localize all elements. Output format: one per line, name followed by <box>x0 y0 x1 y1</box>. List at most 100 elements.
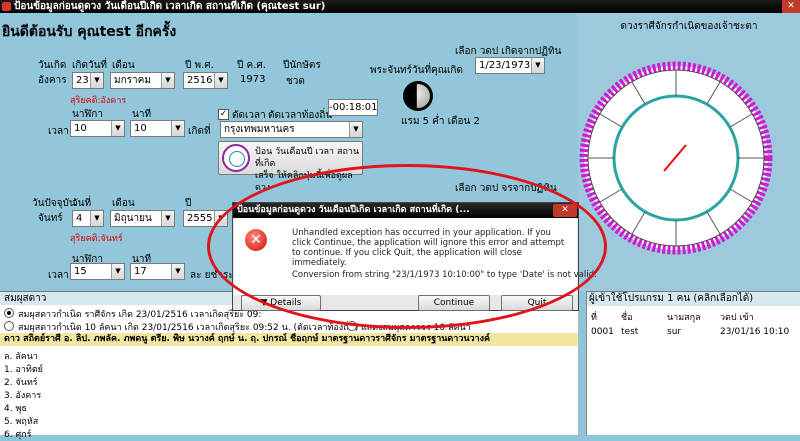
col-date: วดป เข้า <box>720 313 754 323</box>
radio-natal-chart[interactable] <box>4 308 14 318</box>
planet-row: ล. ลัคนา <box>4 352 38 362</box>
welcome-heading: ยินดีต้อนรับ คุณtest อีกครั้ง <box>2 24 177 40</box>
chevron-down-icon: ▼ <box>161 211 174 226</box>
details-label: Details <box>270 298 302 308</box>
chevron-down-icon: ▼ <box>171 121 184 136</box>
error-icon: ✕ <box>245 229 267 251</box>
users-table-header: ที่ ชื่อ นามสกุล วดป เข้า <box>587 310 800 323</box>
dialog-body: ✕ Unhandled exception has occurred in yo… <box>234 218 597 295</box>
radio-natal-10-lagna-label: สมผุสดาวกำเนิด 10 ลัคนา เกิด 23/01/2516 … <box>18 323 359 333</box>
dialog-close-button[interactable]: ✕ <box>553 204 577 217</box>
today-minute-select[interactable]: 17 ▼ <box>130 263 185 280</box>
dialog-conversion-error: Conversion from string "23/1/1973 10:10:… <box>292 270 597 280</box>
radio-transit-label: แสดงสมผุสดาวจร 10 ลัคนา <box>361 323 471 333</box>
submit-button-line2: เสร็จ ให้คลิกปุ่มนี้เพื่อดูผลดวง <box>255 171 353 193</box>
users-panel-title: ผู้เข้าใช้โปรแกรม 1 คน (คลิกเลือกได้) <box>587 292 800 306</box>
birth-month-label: เดือน <box>112 60 135 71</box>
col-name: ชื่อ <box>621 313 633 323</box>
planet-row: 3. อังคาร <box>4 391 42 401</box>
chevron-down-icon: ▼ <box>90 211 103 226</box>
chevron-down-icon: ▼ <box>214 73 227 88</box>
birth-date-select[interactable]: 23 ▼ <box>72 72 104 89</box>
moon-phase-text: แรม 5 ค่ำ เดือน 2 <box>401 116 480 127</box>
window-title: ป้อนข้อมูลก่อนดูดวง วันเดือนปีเกิด เวลาเ… <box>14 1 326 12</box>
planet-row: 1. อาทิตย์ <box>4 365 43 375</box>
submit-button-line1: ป้อน วันเดือนปี เวลา สถานที่เกิด <box>255 147 360 169</box>
continue-button[interactable]: Continue <box>418 295 490 311</box>
planet-row: 4. พุธ <box>4 404 27 414</box>
today-month-label: เดือน <box>112 198 135 209</box>
birth-chart-panel: ดวงราศีจักรกำเนิดของเจ้าชะตา <box>578 13 800 291</box>
birth-day-name: อังคาร <box>38 75 67 86</box>
chevron-down-icon: ▼ <box>171 264 184 279</box>
chevron-down-icon: ▼ <box>111 121 124 136</box>
birth-year-label: ปี พ.ศ. <box>185 60 214 71</box>
chevron-down-icon: ▼ <box>214 211 227 226</box>
birth-minute-select[interactable]: 10 ▼ <box>130 120 185 137</box>
details-button[interactable]: ▼ Details <box>241 295 321 311</box>
chevron-down-icon: ▼ <box>161 73 174 88</box>
birth-date-label: เกิดวันที่ <box>72 60 108 71</box>
planet-row: 6. ศุกร์ <box>4 430 32 440</box>
today-auspicious-note: สุริยคติ:จันทร์ <box>70 234 123 244</box>
radio-natal-chart-label: สมผุสดาวกำเนิด ราศีจักร เกิด 23/01/2516 … <box>18 310 262 320</box>
dialog-message: Unhandled exception has occurred in your… <box>292 228 565 268</box>
today-hour-select[interactable]: 15 ▼ <box>70 263 125 280</box>
today-label: วันปัจจุบัน <box>32 198 76 209</box>
birth-auspicious-note: สุริยคติ:อังคาร <box>70 96 127 106</box>
user-name: test <box>621 327 639 337</box>
today-time-label: เวลา <box>48 270 69 281</box>
planet-positions-panel: สมผุสดาว สมผุสดาวกำเนิด ราศีจักร เกิด 23… <box>0 291 578 440</box>
col-no: ที่ <box>591 313 597 323</box>
planet-row: 5. พฤหัส <box>4 417 39 427</box>
birth-date-picker[interactable]: 1/23/1973 ▼ <box>475 57 545 74</box>
users-panel: ผู้เข้าใช้โปรแกรม 1 คน (คลิกเลือกได้) ที… <box>586 291 800 435</box>
birth-year-select[interactable]: 2516 ▼ <box>183 72 228 89</box>
astro-wheel-icon <box>222 144 250 172</box>
window-titlebar: ป้อนข้อมูลก่อนดูดวง วันเดือนปีเกิด เวลาเ… <box>0 0 800 13</box>
chevron-down-icon: ▼ <box>111 264 124 279</box>
time-offset-field[interactable]: -00:18:01 <box>328 99 378 116</box>
table-row[interactable]: 0001 test sur 23/01/16 10:10 <box>587 327 800 339</box>
moon-label: พระจันทร์วันที่คุณเกิด <box>370 65 463 76</box>
col-surname: นามสกุล <box>667 313 701 323</box>
radio-natal-10-lagna[interactable] <box>4 321 14 331</box>
chevron-down-icon: ▼ <box>90 73 103 88</box>
birth-month-select[interactable]: มกราคม ▼ <box>110 72 175 89</box>
calendar-dropdown-icon: ▼ <box>531 58 544 73</box>
birth-place-label: เกิดที่ <box>188 126 211 137</box>
birth-time-label: เวลา <box>48 126 69 137</box>
radio-transit[interactable] <box>347 321 357 331</box>
current-calendar-label: เลือก วดป จรจากปฏิทิน <box>455 183 557 194</box>
birth-day-label: วันเกิด <box>38 60 67 71</box>
zodiac-wheel[interactable] <box>578 31 800 296</box>
window-close-button[interactable]: ✕ <box>782 0 800 13</box>
today-year-label: ปี <box>185 198 192 209</box>
today-date-select[interactable]: 4 ▼ <box>72 210 104 227</box>
planet-table-header: ดาว สถิตย์ราศี อ. ลิป. ภพลัค. ภพดนู ตรีย… <box>0 333 578 346</box>
birth-zodiac-label: ปีนักษัตร <box>283 60 321 71</box>
app-icon <box>2 2 11 11</box>
dialog-title: ป้อนข้อมูลก่อนดูดวง วันเดือนปีเกิด เวลาเ… <box>233 203 578 218</box>
birth-zodiac-value: ชวด <box>286 76 305 87</box>
today-month-select[interactable]: มิถุนายน ▼ <box>110 210 175 227</box>
error-dialog: ป้อนข้อมูลก่อนดูดวง วันเดือนปีเกิด เวลาเ… <box>232 202 597 311</box>
moon-phase-icon <box>403 81 433 111</box>
user-no: 0001 <box>591 327 614 337</box>
chevron-down-icon: ▼ <box>349 122 362 137</box>
submit-birth-button[interactable]: ป้อน วันเดือนปี เวลา สถานที่เกิด เสร็จ ให… <box>218 141 363 193</box>
birth-hour-select[interactable]: 10 ▼ <box>70 120 125 137</box>
user-surname: sur <box>667 327 682 337</box>
chevron-down-icon: ▼ <box>260 298 268 308</box>
today-date-label: วันที่ <box>72 198 92 209</box>
quit-button[interactable]: Quit <box>501 295 573 311</box>
today-day-name: จันทร์ <box>38 213 63 224</box>
today-year-select[interactable]: 2555 ▼ <box>183 210 228 227</box>
planet-row: 2. จันทร์ <box>4 378 38 388</box>
birth-ad-label: ปี ค.ศ. <box>237 60 266 71</box>
birth-place-select[interactable]: กรุงเทพมหานคร ▼ <box>220 121 363 138</box>
adjust-time-checkbox[interactable]: ✓ <box>218 109 229 120</box>
user-date: 23/01/16 10:10 <box>720 327 790 337</box>
birth-ad-value: 1973 <box>240 74 266 85</box>
today-tail-label: ละ ยชำระ <box>190 270 234 281</box>
